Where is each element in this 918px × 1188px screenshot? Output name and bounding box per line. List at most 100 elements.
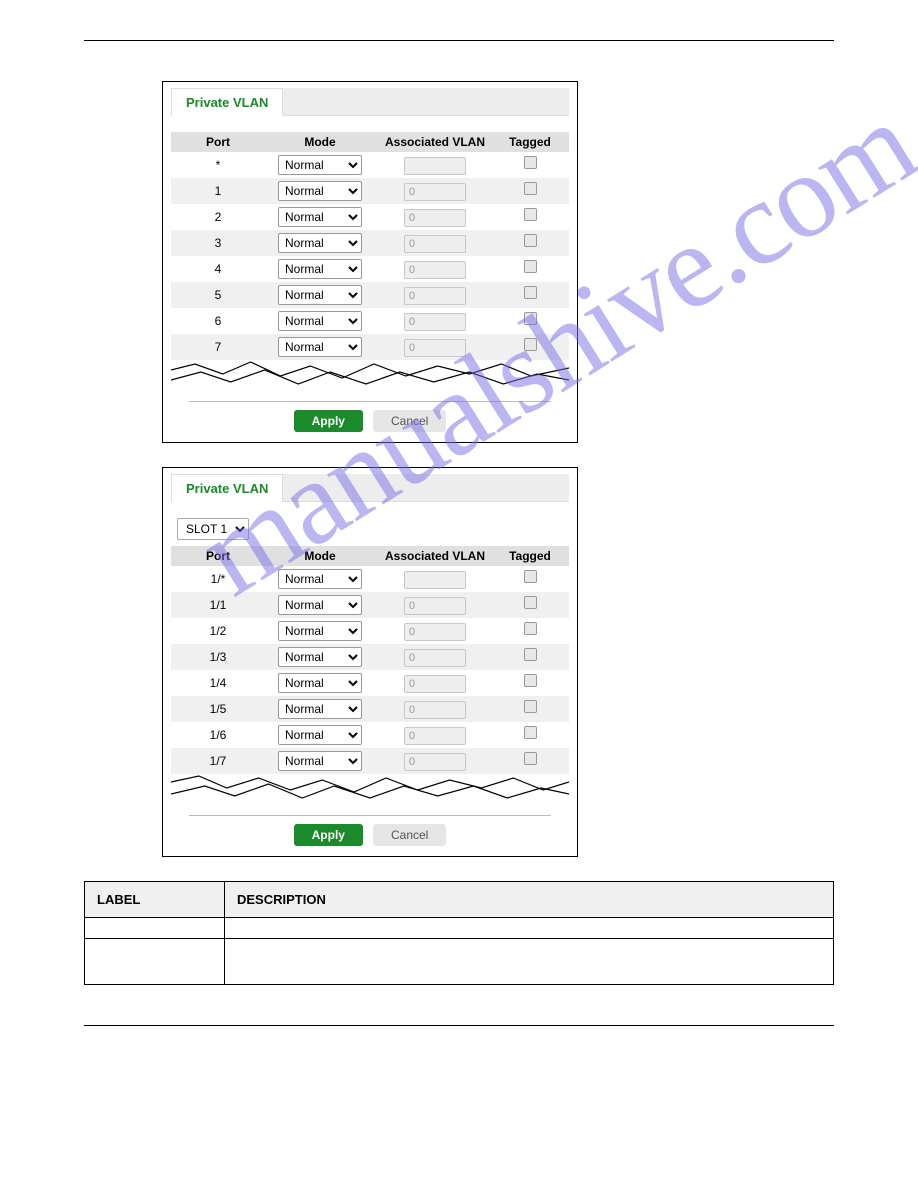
tagged-checkbox[interactable] [524, 286, 537, 299]
associated-vlan-cell [375, 700, 495, 719]
associated-vlan-input[interactable] [404, 597, 466, 615]
table-row: 1/*Normal [171, 566, 569, 592]
mode-cell: Normal [265, 207, 375, 227]
tagged-checkbox[interactable] [524, 312, 537, 325]
cancel-button[interactable]: Cancel [373, 410, 446, 432]
header-mode: Mode [265, 135, 375, 149]
tagged-checkbox[interactable] [524, 156, 537, 169]
tagged-checkbox[interactable] [524, 622, 537, 635]
tagged-checkbox[interactable] [524, 338, 537, 351]
mode-select[interactable]: Normal [278, 337, 362, 357]
button-row: Apply Cancel [171, 824, 569, 846]
label-description-table: LABEL DESCRIPTION [84, 881, 834, 985]
associated-vlan-cell [375, 674, 495, 693]
associated-vlan-input[interactable] [404, 701, 466, 719]
port-cell: 7 [171, 340, 265, 354]
tab-private-vlan[interactable]: Private VLAN [171, 88, 283, 116]
tagged-cell [495, 622, 565, 640]
tagged-cell [495, 648, 565, 666]
header-associated-vlan: Associated VLAN [375, 135, 495, 149]
associated-vlan-input[interactable] [404, 287, 466, 305]
port-cell: 1/1 [171, 598, 265, 612]
apply-button[interactable]: Apply [294, 410, 363, 432]
header-port: Port [171, 135, 265, 149]
associated-vlan-input[interactable] [404, 261, 466, 279]
associated-vlan-input[interactable] [404, 183, 466, 201]
mode-select[interactable]: Normal [278, 725, 362, 745]
mode-select[interactable]: Normal [278, 181, 362, 201]
port-cell: 1/4 [171, 676, 265, 690]
table-row: 1/3Normal [171, 644, 569, 670]
associated-vlan-cell [375, 208, 495, 227]
tab-private-vlan[interactable]: Private VLAN [171, 474, 283, 502]
mode-cell: Normal [265, 337, 375, 357]
associated-vlan-input[interactable] [404, 209, 466, 227]
associated-vlan-cell [375, 596, 495, 615]
mode-select[interactable]: Normal [278, 311, 362, 331]
bottom-separator [84, 1025, 834, 1026]
mode-select[interactable]: Normal [278, 569, 362, 589]
tagged-cell [495, 182, 565, 200]
header-port: Port [171, 549, 265, 563]
associated-vlan-input[interactable] [404, 235, 466, 253]
apply-button[interactable]: Apply [294, 824, 363, 846]
mode-cell: Normal [265, 259, 375, 279]
mode-select[interactable]: Normal [278, 207, 362, 227]
mode-select[interactable]: Normal [278, 595, 362, 615]
tagged-checkbox[interactable] [524, 570, 537, 583]
mode-select[interactable]: Normal [278, 285, 362, 305]
associated-vlan-input[interactable] [404, 675, 466, 693]
cell-description [225, 939, 834, 985]
associated-vlan-input[interactable] [404, 753, 466, 771]
table-row: 4Normal [171, 256, 569, 282]
associated-vlan-cell [375, 570, 495, 589]
mode-select[interactable]: Normal [278, 155, 362, 175]
mode-cell: Normal [265, 155, 375, 175]
mode-select[interactable]: Normal [278, 259, 362, 279]
tagged-checkbox[interactable] [524, 700, 537, 713]
table-row: 1Normal [171, 178, 569, 204]
mode-select[interactable]: Normal [278, 647, 362, 667]
tagged-checkbox[interactable] [524, 674, 537, 687]
associated-vlan-input[interactable] [404, 313, 466, 331]
tagged-checkbox[interactable] [524, 596, 537, 609]
tab-filler [283, 474, 569, 502]
button-separator [189, 401, 551, 402]
associated-vlan-input[interactable] [404, 571, 466, 589]
tagged-checkbox[interactable] [524, 208, 537, 221]
associated-vlan-cell [375, 622, 495, 641]
cell-label [85, 918, 225, 939]
torn-edge-graphic [171, 358, 569, 388]
cell-description [225, 918, 834, 939]
mode-select[interactable]: Normal [278, 673, 362, 693]
table-row: 2 Normal [171, 204, 569, 230]
tagged-checkbox[interactable] [524, 234, 537, 247]
tagged-checkbox[interactable] [524, 752, 537, 765]
tagged-checkbox[interactable] [524, 182, 537, 195]
tagged-checkbox[interactable] [524, 648, 537, 661]
port-table: Port Mode Associated VLAN Tagged 1/*Norm… [171, 546, 569, 774]
port-cell: 2 [171, 210, 265, 224]
mode-select[interactable]: Normal [278, 621, 362, 641]
slot-select[interactable]: SLOT 1 [177, 518, 249, 540]
associated-vlan-input[interactable] [404, 157, 466, 175]
port-cell: 1/7 [171, 754, 265, 768]
table-header-row: Port Mode Associated VLAN Tagged [171, 132, 569, 152]
cancel-button[interactable]: Cancel [373, 824, 446, 846]
port-cell: 6 [171, 314, 265, 328]
mode-select[interactable]: Normal [278, 751, 362, 771]
header-label: LABEL [85, 882, 225, 918]
mode-select[interactable]: Normal [278, 233, 362, 253]
associated-vlan-input[interactable] [404, 623, 466, 641]
mode-cell: Normal [265, 569, 375, 589]
port-cell: * [171, 158, 265, 172]
mode-select[interactable]: Normal [278, 699, 362, 719]
tab-bar: Private VLAN [171, 474, 569, 502]
associated-vlan-input[interactable] [404, 727, 466, 745]
associated-vlan-input[interactable] [404, 649, 466, 667]
tagged-checkbox[interactable] [524, 726, 537, 739]
mode-cell: Normal [265, 647, 375, 667]
tagged-cell [495, 260, 565, 278]
tagged-checkbox[interactable] [524, 260, 537, 273]
associated-vlan-input[interactable] [404, 339, 466, 357]
